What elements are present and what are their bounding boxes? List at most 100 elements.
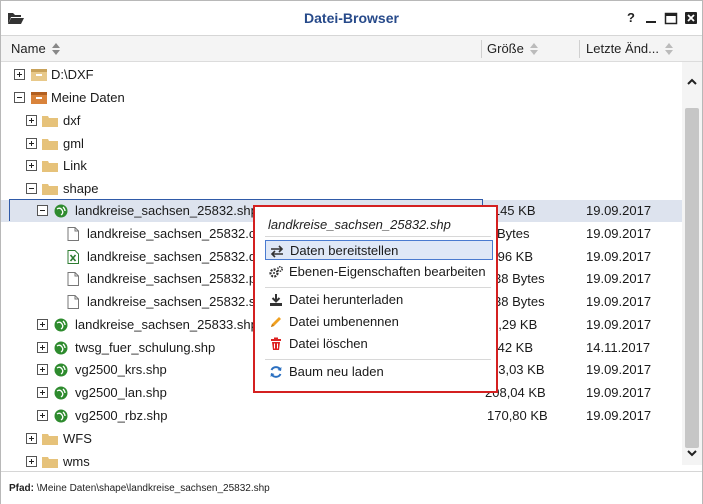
column-name-header[interactable]: Name bbox=[11, 41, 60, 56]
file-date: 19.09.2017 bbox=[586, 249, 652, 264]
file-size: 73,03 KB bbox=[491, 362, 545, 377]
tree-row-label: vg2500_krs.shp bbox=[75, 362, 167, 377]
tree-row-label: landkreise_sachsen_25832.shx bbox=[87, 294, 270, 309]
tree-row-label: landkreise_sachsen_25832.prj bbox=[87, 271, 264, 286]
help-button[interactable]: ? bbox=[624, 10, 638, 26]
tree-row-label: shape bbox=[63, 181, 99, 196]
scroll-up-icon[interactable] bbox=[686, 76, 698, 88]
file-date: 19.09.2017 bbox=[586, 271, 652, 286]
file-date: 19.09.2017 bbox=[586, 294, 652, 309]
column-size-header[interactable]: Größe bbox=[487, 41, 538, 56]
expand-icon[interactable] bbox=[37, 342, 48, 353]
shapefile-globe-icon bbox=[54, 363, 68, 377]
file-size: 170,80 KB bbox=[487, 408, 548, 423]
tree-row[interactable]: gml bbox=[1, 133, 682, 155]
refresh-icon bbox=[270, 366, 282, 378]
menu-item-label: Datei herunterladen bbox=[289, 292, 404, 307]
menu-item-label: Baum neu laden bbox=[289, 364, 384, 379]
column-separator[interactable] bbox=[579, 40, 580, 58]
scrollbar-thumb[interactable] bbox=[685, 108, 699, 448]
tree-row[interactable]: Link bbox=[1, 155, 682, 177]
tree-row[interactable]: vg2500_rbz.shp 170,80 KB 19.09.2017 bbox=[1, 405, 682, 427]
expand-icon[interactable] bbox=[14, 69, 25, 80]
menu-item-label: Ebenen-Eigenschaften bearbeiten bbox=[289, 264, 486, 279]
column-modified-label: Letzte Änd... bbox=[586, 41, 659, 56]
file-date: 19.09.2017 bbox=[586, 385, 652, 400]
tree-row-label: vg2500_lan.shp bbox=[75, 385, 167, 400]
tree-row-label: D:\DXF bbox=[51, 67, 94, 82]
menu-item-datei-loeschen[interactable]: Datei löschen bbox=[265, 334, 493, 354]
collapse-icon[interactable] bbox=[14, 92, 25, 103]
tree-row[interactable]: WFS bbox=[1, 428, 682, 450]
file-date: 19.09.2017 bbox=[586, 317, 652, 332]
pencil-icon bbox=[271, 317, 281, 327]
tree-row[interactable]: shape bbox=[1, 178, 682, 200]
column-size-label: Größe bbox=[487, 41, 524, 56]
folder-icon bbox=[42, 434, 58, 445]
tree-row-label: wms bbox=[63, 454, 90, 469]
close-button[interactable] bbox=[684, 10, 698, 26]
expand-icon[interactable] bbox=[37, 410, 48, 421]
home-folder-icon bbox=[31, 92, 47, 104]
tree-row-label: WFS bbox=[63, 431, 92, 446]
tree-row-label: gml bbox=[63, 136, 84, 151]
expand-icon[interactable] bbox=[37, 387, 48, 398]
file-size: ,96 KB bbox=[494, 249, 534, 264]
folder-icon bbox=[42, 116, 58, 127]
file-date: 19.09.2017 bbox=[586, 226, 652, 241]
scroll-down-icon[interactable] bbox=[686, 447, 698, 459]
expand-icon[interactable] bbox=[26, 456, 37, 467]
tree-row[interactable]: D:\DXF bbox=[1, 64, 682, 86]
collapse-icon[interactable] bbox=[26, 183, 37, 194]
menu-item-label: Datei umbenennen bbox=[289, 314, 399, 329]
folder-icon bbox=[42, 161, 58, 172]
expand-icon[interactable] bbox=[37, 364, 48, 375]
file-icon bbox=[67, 227, 79, 241]
tree-row-label: vg2500_rbz.shp bbox=[75, 408, 168, 423]
tree-row-label: Link bbox=[63, 158, 87, 173]
shapefile-globe-icon bbox=[54, 386, 68, 400]
title-bar: Datei-Browser ? bbox=[1, 1, 702, 36]
expand-icon[interactable] bbox=[26, 160, 37, 171]
sort-icon bbox=[51, 42, 60, 55]
expand-icon[interactable] bbox=[26, 115, 37, 126]
sort-icon bbox=[665, 42, 673, 55]
vertical-scrollbar[interactable] bbox=[682, 62, 702, 465]
menu-item-daten-bereitstellen[interactable]: Daten bereitstellen bbox=[265, 240, 493, 260]
file-size: 38 Bytes bbox=[494, 271, 545, 286]
spreadsheet-file-icon bbox=[67, 250, 79, 264]
tree-row[interactable]: Meine Daten bbox=[1, 87, 682, 109]
close-icon bbox=[685, 12, 697, 24]
window-title: Datei-Browser bbox=[304, 10, 399, 26]
file-icon bbox=[67, 272, 79, 286]
column-separator[interactable] bbox=[481, 40, 482, 58]
menu-item-baum-neu-laden[interactable]: Baum neu laden bbox=[265, 362, 493, 382]
tree-row-label: landkreise_sachsen_25832.cpg bbox=[87, 226, 270, 241]
menu-divider bbox=[265, 236, 491, 237]
column-modified-header[interactable]: Letzte Änd... bbox=[586, 41, 673, 56]
menu-item-label: Daten bereitstellen bbox=[290, 243, 399, 258]
exchange-icon bbox=[270, 245, 284, 258]
expand-icon[interactable] bbox=[26, 433, 37, 444]
tree-row[interactable]: wms bbox=[1, 451, 682, 473]
menu-item-label: Datei löschen bbox=[289, 336, 368, 351]
tree-row-label: dxf bbox=[63, 113, 81, 128]
file-date: 19.09.2017 bbox=[586, 362, 652, 377]
sort-icon bbox=[529, 42, 538, 55]
path-value: \Meine Daten\shape\landkreise_sachsen_25… bbox=[36, 483, 270, 494]
maximize-button[interactable] bbox=[664, 10, 678, 26]
tree-row[interactable]: dxf bbox=[1, 110, 682, 132]
expand-icon[interactable] bbox=[37, 319, 48, 330]
menu-divider bbox=[265, 359, 491, 360]
tree-row-label: landkreise_sachsen_25833.shp bbox=[75, 317, 258, 332]
expand-icon[interactable] bbox=[26, 138, 37, 149]
menu-item-datei-herunterladen[interactable]: Datei herunterladen bbox=[265, 290, 493, 310]
path-bar: Pfad: \Meine Daten\shape\landkreise_sach… bbox=[1, 471, 702, 504]
column-name-label: Name bbox=[11, 41, 46, 56]
minimize-button[interactable] bbox=[644, 10, 658, 26]
path-label: Pfad: bbox=[9, 483, 34, 494]
menu-item-ebenen-eigenschaften[interactable]: Ebenen-Eigenschaften bearbeiten bbox=[265, 262, 493, 282]
menu-item-datei-umbenennen[interactable]: Datei umbenennen bbox=[265, 312, 493, 332]
column-header: Name Größe Letzte Änd... bbox=[1, 36, 702, 62]
tree-row-label: Meine Daten bbox=[51, 90, 125, 105]
